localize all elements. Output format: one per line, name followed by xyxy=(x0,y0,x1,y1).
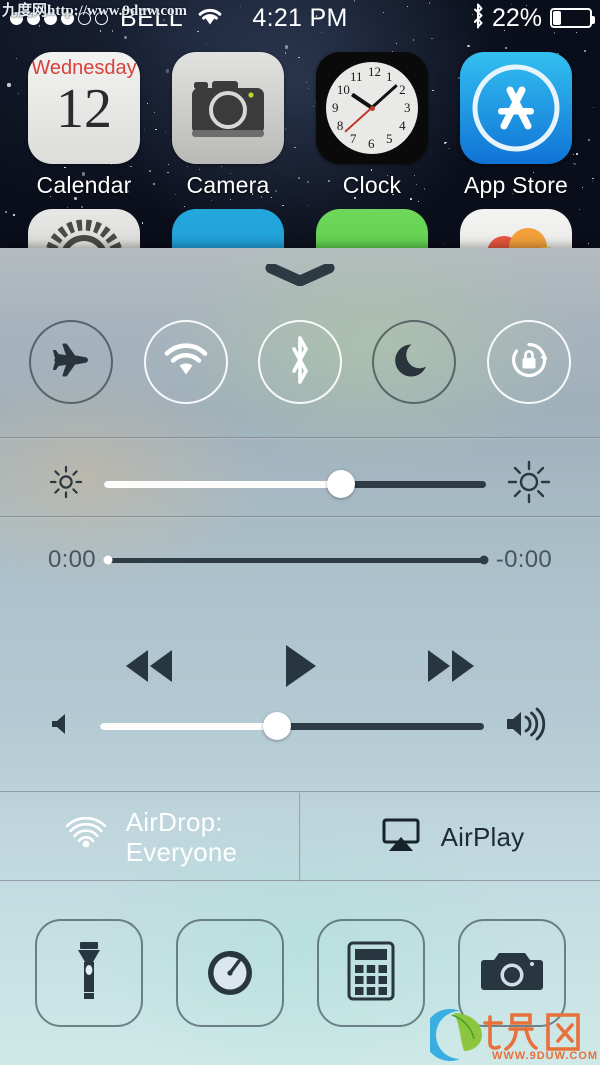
status-bar-right: 22% xyxy=(470,3,595,34)
clock-numeral: 1 xyxy=(386,68,393,84)
calendar-day-number: 12 xyxy=(56,78,112,140)
battery-percent-label: 22% xyxy=(491,3,542,32)
app-label-calendar: Calendar xyxy=(36,172,132,198)
airplay-icon xyxy=(377,815,425,860)
iphone-screen: BELL 4:21 PM 22% 九度网http://www.9duw.com … xyxy=(0,0,600,1065)
app-store-icon xyxy=(460,52,572,164)
calendar-weekday: Wednesday xyxy=(31,57,137,79)
clock-numeral: 7 xyxy=(350,131,357,147)
clock-icon: 1 2 3 4 5 6 7 8 9 10 11 12 xyxy=(316,52,428,164)
remaining-time-label: -0:00 xyxy=(495,546,552,573)
calculator-button[interactable] xyxy=(316,919,425,1027)
bluetooth-icon xyxy=(285,335,315,389)
volume-knob[interactable] xyxy=(262,712,291,740)
bluetooth-toggle[interactable] xyxy=(257,320,342,404)
airplane-icon xyxy=(50,339,92,386)
app-camera[interactable]: Camera xyxy=(162,52,294,199)
sun-small-icon xyxy=(48,464,84,505)
clock-numeral: 12 xyxy=(368,64,381,79)
timer-icon xyxy=(201,942,259,1005)
divider-airdrop xyxy=(0,880,600,882)
airdrop-label-line2: Everyone xyxy=(125,837,238,867)
app-row-1: Wednesday 12 Calendar Camera 1 2 3 4 5 6… xyxy=(0,52,600,199)
clock-numeral: 11 xyxy=(350,68,363,84)
next-track-button[interactable] xyxy=(420,644,482,693)
timer-button[interactable] xyxy=(175,919,284,1027)
app-label-clock: Clock xyxy=(342,172,402,198)
toggle-row xyxy=(0,310,600,414)
bluetooth-icon xyxy=(470,3,486,34)
airdrop-button[interactable]: AirDrop: Everyone xyxy=(0,793,299,881)
clock-numeral: 9 xyxy=(332,100,339,115)
sun-large-icon xyxy=(506,459,552,510)
previous-track-button[interactable] xyxy=(118,644,180,693)
clock-numeral: 10 xyxy=(336,82,350,97)
battery-icon xyxy=(550,8,595,28)
app-label-camera: Camera xyxy=(186,172,270,198)
clock-numeral: 5 xyxy=(386,131,393,147)
clock-numeral: 3 xyxy=(404,100,411,115)
moon-icon xyxy=(393,339,435,386)
grabber-handle[interactable] xyxy=(265,262,335,287)
rotation-lock-icon xyxy=(506,337,552,388)
clock-numeral: 6 xyxy=(368,136,375,151)
play-icon xyxy=(280,642,320,695)
do-not-disturb-toggle[interactable] xyxy=(372,320,457,404)
clock-center-pin xyxy=(370,106,375,111)
divider-brightness xyxy=(0,516,600,518)
wifi-icon xyxy=(162,341,210,384)
camera-icon xyxy=(172,52,284,164)
brightness-track[interactable] xyxy=(104,470,486,498)
airplay-label: AirPlay xyxy=(440,822,525,852)
watermark-logo: WWW.9DUW.COM xyxy=(424,1007,600,1063)
clock-numeral: 8 xyxy=(336,118,344,133)
media-scrubber[interactable]: 0:00 -0:00 xyxy=(0,546,600,574)
scrubber-track[interactable] xyxy=(103,555,489,565)
flashlight-icon xyxy=(62,938,116,1009)
scrubber-end-dot xyxy=(479,555,489,565)
elapsed-time-label: 0:00 xyxy=(48,546,96,573)
watermark-logo-url: WWW.9DUW.COM xyxy=(492,1050,598,1062)
fast-forward-icon xyxy=(420,644,482,693)
camera-icon xyxy=(480,946,543,1001)
app-label-app-store: App Store xyxy=(463,172,569,198)
app-clock[interactable]: 1 2 3 4 5 6 7 8 9 10 11 12 Clock xyxy=(306,52,438,199)
brightness-slider-row[interactable] xyxy=(0,448,600,520)
airdrop-icon xyxy=(62,811,110,864)
divider-toggles xyxy=(0,437,600,439)
clock-numeral: 4 xyxy=(399,118,406,133)
clock-hand xyxy=(344,107,373,133)
calculator-icon xyxy=(345,940,397,1007)
volume-track[interactable] xyxy=(100,712,484,740)
airdrop-label-line1: AirDrop: xyxy=(125,807,223,837)
watermark-top-text: 九度网http://www.9duw.com xyxy=(2,3,188,19)
rotation-lock-toggle[interactable] xyxy=(486,320,571,404)
brightness-knob[interactable] xyxy=(326,470,355,498)
airplane-mode-toggle[interactable] xyxy=(29,320,114,404)
control-center-panel: 0:00 -0:00 AirDrop: Everyone AirPlay xyxy=(0,248,600,1065)
calendar-icon: Wednesday 12 xyxy=(28,52,140,164)
clock-numeral: 2 xyxy=(399,82,406,97)
scrubber-playhead[interactable] xyxy=(103,555,113,565)
airplay-button[interactable]: AirPlay xyxy=(301,793,600,881)
flashlight-button[interactable] xyxy=(34,919,143,1027)
rewind-icon xyxy=(118,644,180,693)
wifi-toggle[interactable] xyxy=(143,320,228,404)
volume-slider-row[interactable] xyxy=(0,696,600,756)
volume-mute-icon xyxy=(48,708,80,745)
volume-high-icon xyxy=(504,706,552,747)
play-button[interactable] xyxy=(280,642,320,695)
app-app-store[interactable]: App Store xyxy=(450,52,582,199)
clock-hand xyxy=(370,84,399,110)
airdrop-airplay-row: AirDrop: Everyone AirPlay xyxy=(0,793,600,881)
airdrop-label: AirDrop: Everyone xyxy=(126,807,237,867)
app-calendar[interactable]: Wednesday 12 Calendar xyxy=(18,52,150,199)
clock-face: 1 2 3 4 5 6 7 8 9 10 11 12 xyxy=(326,62,418,154)
